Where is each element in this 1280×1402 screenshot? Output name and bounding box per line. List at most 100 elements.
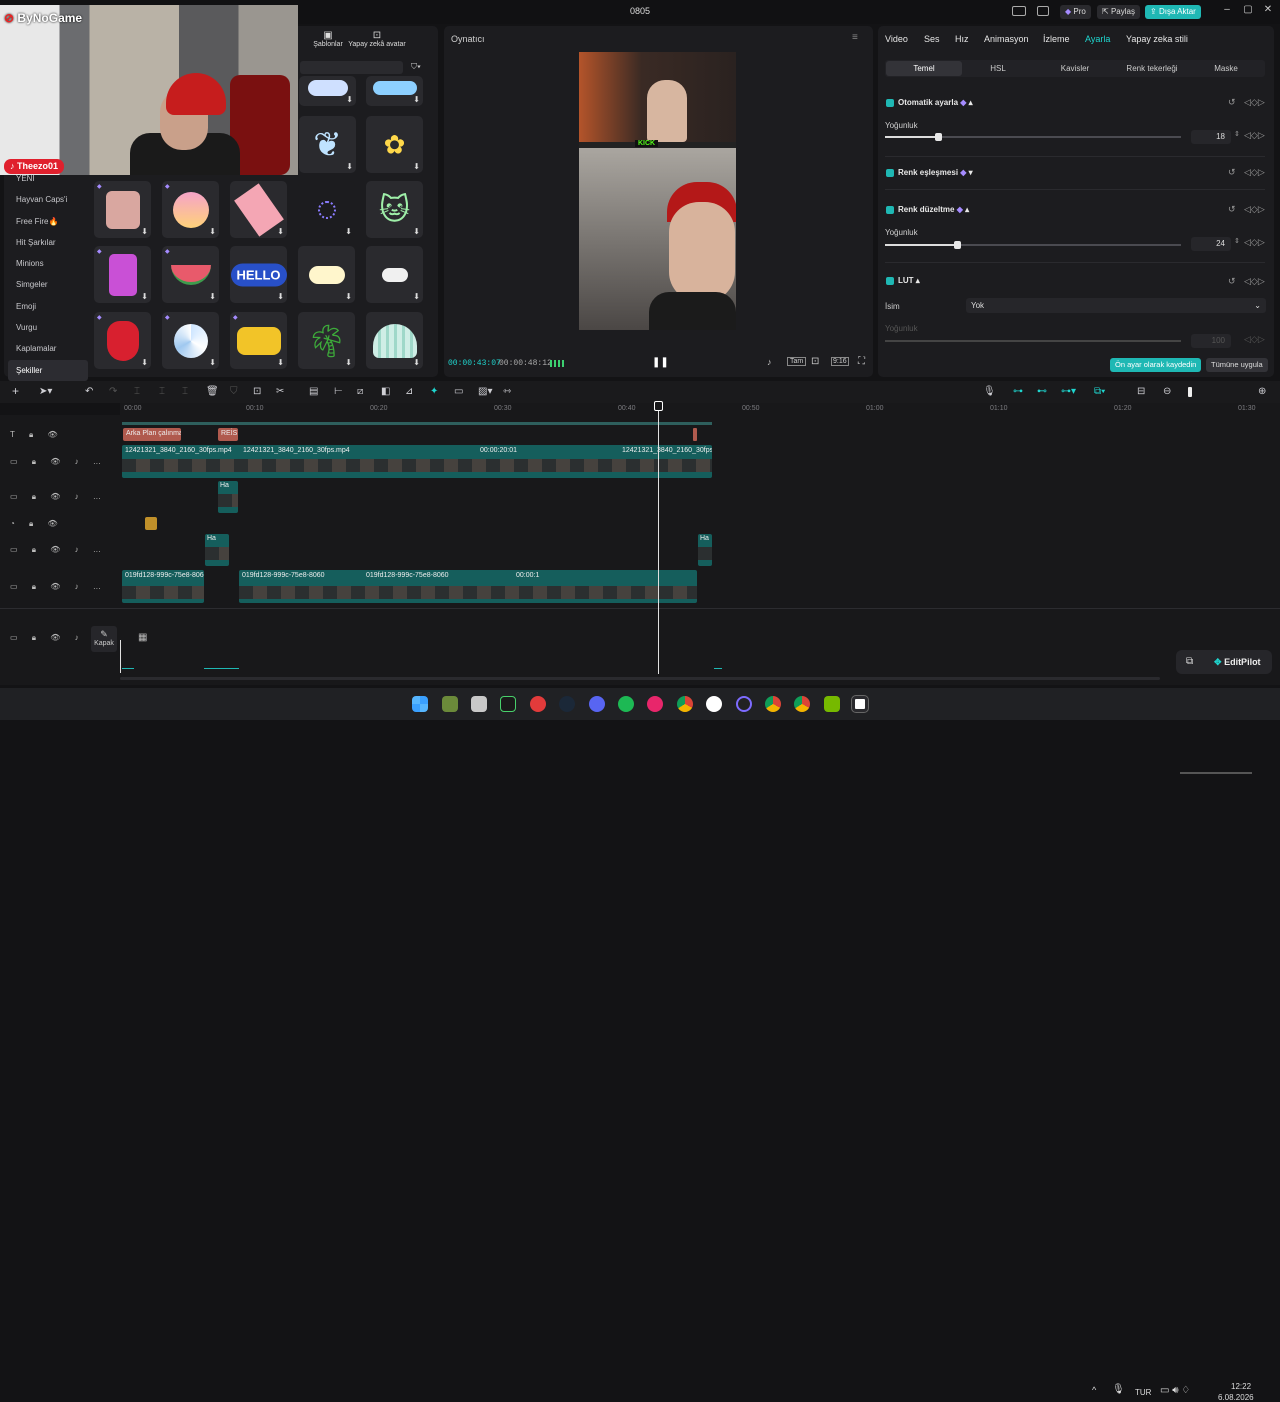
pro-button[interactable]: ◆ Pro xyxy=(1060,5,1091,19)
stepper-icon[interactable]: ⇕ xyxy=(1234,237,1240,245)
keyframe-icon[interactable]: ◁◇▷ xyxy=(1244,97,1265,108)
subtab-hsl[interactable]: HSL xyxy=(968,64,1028,73)
ratio-icon[interactable]: 9:16 xyxy=(831,357,849,366)
capcut-icon[interactable] xyxy=(851,695,869,713)
flower-sticker[interactable]: ✿ ⬇ xyxy=(366,116,423,173)
shell-sticker[interactable]: ⬇ xyxy=(366,312,423,369)
text-clip[interactable]: Arka Plan çalınma xyxy=(123,428,181,441)
app-ring-icon[interactable] xyxy=(736,696,752,712)
cloud-sticker[interactable]: ⬇ xyxy=(366,76,423,106)
sticker-clip[interactable] xyxy=(145,517,157,530)
download-icon[interactable]: ⬇ xyxy=(209,227,216,236)
image-icon[interactable]: ▨▾ xyxy=(478,386,492,397)
split-icon[interactable]: ⌶ xyxy=(134,386,140,397)
mirror-icon[interactable]: ⧄ xyxy=(357,386,363,397)
layout-icon[interactable] xyxy=(1012,6,1026,16)
category-item[interactable]: Kaplamalar xyxy=(8,338,88,359)
close-icon[interactable]: ✕ xyxy=(1261,4,1275,15)
zoom-in-icon[interactable]: ⊕ xyxy=(1258,386,1266,397)
suitcase-sticker[interactable]: ◆ ⬇ xyxy=(94,246,151,303)
snap-icon[interactable]: ⧉▾ xyxy=(1094,386,1105,397)
bottom-clip[interactable]: 019fd128-999c-75e8-8060 xyxy=(122,570,204,603)
overlay-clip[interactable]: Ha xyxy=(218,481,238,513)
color-correct-slider[interactable] xyxy=(885,241,1181,249)
download-icon[interactable]: ⬇ xyxy=(277,358,284,367)
category-item[interactable]: Minions xyxy=(8,253,88,274)
auto-adjust-value[interactable]: 18 xyxy=(1191,130,1231,144)
stepper-icon[interactable]: ⇕ xyxy=(1234,130,1240,138)
apply-all-button[interactable]: Tümüne uygula xyxy=(1206,358,1268,372)
menu-icon[interactable]: ≡ xyxy=(852,32,858,43)
tab-templates[interactable]: ▣ Şablonlar xyxy=(312,30,344,48)
hello-sticker[interactable]: HELLO ⬇ xyxy=(230,246,287,303)
watermelon-sticker[interactable]: ◆ ⬇ xyxy=(162,246,219,303)
reset-icon[interactable]: ↺ xyxy=(1228,276,1236,287)
download-icon[interactable]: ⬇ xyxy=(345,227,352,236)
download-icon[interactable]: ⬇ xyxy=(209,358,216,367)
subtab-curves[interactable]: Kavisler xyxy=(1045,64,1105,73)
download-icon[interactable]: ⬇ xyxy=(413,227,420,236)
share-button[interactable]: ⇱ Paylaş xyxy=(1097,5,1140,19)
preview-axis-icon[interactable]: ⊟ xyxy=(1137,386,1145,397)
playhead-handle[interactable] xyxy=(654,401,663,411)
sticker-search-input[interactable] xyxy=(300,61,403,74)
category-item[interactable]: Hayvan Caps'i xyxy=(8,189,88,210)
tab-adjust[interactable]: Ayarla xyxy=(1085,34,1110,44)
subtab-color-wheel[interactable]: Renk tekerleği xyxy=(1116,64,1188,73)
select-icon[interactable]: ➤▾ xyxy=(39,386,52,397)
chrome-icon[interactable] xyxy=(765,696,781,712)
link-main-icon[interactable]: ⊶ xyxy=(1013,386,1023,397)
windows-start-icon[interactable] xyxy=(412,696,428,712)
minecraft-icon[interactable] xyxy=(442,696,458,712)
basket-sticker[interactable]: ◆ ⬇ xyxy=(94,181,151,238)
download-icon[interactable]: ⬇ xyxy=(413,292,420,301)
download-icon[interactable]: ⬇ xyxy=(141,227,148,236)
tab-video[interactable]: Video xyxy=(885,34,908,44)
quality-icon[interactable]: Tam xyxy=(787,357,807,366)
shield-icon[interactable]: ⛉ xyxy=(230,386,238,397)
color-correct-value[interactable]: 24 xyxy=(1191,237,1231,251)
slider-knob[interactable] xyxy=(935,133,942,141)
discord-icon[interactable] xyxy=(589,696,605,712)
slider-knob[interactable] xyxy=(954,241,961,249)
maximize-icon[interactable]: ▢ xyxy=(1241,4,1255,15)
tab-speed[interactable]: Hız xyxy=(955,34,969,44)
steam-icon[interactable] xyxy=(559,696,575,712)
adjust-icon[interactable]: ⊿ xyxy=(405,386,413,397)
frame-icon[interactable]: ▭ xyxy=(454,386,463,397)
timeline-ruler[interactable]: 00:00 00:10 00:20 00:30 00:40 00:50 01:0… xyxy=(120,403,1280,415)
download-icon[interactable]: ⬇ xyxy=(141,358,148,367)
export-button[interactable]: ⇪ Dışa Aktar xyxy=(1145,5,1201,19)
category-item[interactable]: Emoji xyxy=(8,296,88,317)
download-icon[interactable]: ⬇ xyxy=(413,95,420,104)
timeline-scrollbar[interactable] xyxy=(120,677,1160,680)
reset-icon[interactable]: ↺ xyxy=(1228,97,1236,108)
clouds-blue-sticker[interactable]: ⬇ xyxy=(299,76,356,106)
feedback-icon[interactable]: ⧉ xyxy=(1186,656,1193,667)
download-icon[interactable]: ⬇ xyxy=(413,358,420,367)
lut-checkbox[interactable] xyxy=(886,277,894,285)
split-left-icon[interactable]: ⌶ xyxy=(159,386,165,397)
zoom-out-icon[interactable]: ⊖ xyxy=(1163,386,1171,397)
spotify-icon[interactable] xyxy=(618,696,634,712)
chrome-icon[interactable] xyxy=(794,696,810,712)
keyframe-icon[interactable]: ◁◇▷ xyxy=(1244,204,1265,215)
microphone-icon[interactable]: 🎙︎ xyxy=(983,386,996,397)
playhead[interactable] xyxy=(658,402,659,674)
keyframe-icon[interactable]: ◁◇▷ xyxy=(1244,276,1265,287)
zoom-knob[interactable] xyxy=(1188,387,1192,397)
undo-icon[interactable]: ↶ xyxy=(85,386,93,397)
category-item[interactable]: Simgeler xyxy=(8,274,88,295)
download-icon[interactable]: ⬇ xyxy=(141,292,148,301)
neon-ring-sticker[interactable]: ⬇ xyxy=(298,181,355,238)
media-player-icon[interactable] xyxy=(647,696,663,712)
category-item[interactable]: Hit Şarkılar xyxy=(8,232,88,253)
app-red-icon[interactable] xyxy=(530,696,546,712)
main-video-clip[interactable]: 12421321_3840_2160_30fps.mp4 12421321_38… xyxy=(122,445,712,478)
download-icon[interactable]: ⬇ xyxy=(209,292,216,301)
link-audio-icon[interactable]: ⊶▾ xyxy=(1061,386,1076,397)
download-icon[interactable]: ⬇ xyxy=(346,162,353,171)
video-preview[interactable]: KICK xyxy=(579,52,736,330)
zoom-slider[interactable] xyxy=(1180,772,1252,774)
keyframe-icon[interactable]: ◁◇▷ xyxy=(1244,130,1265,141)
